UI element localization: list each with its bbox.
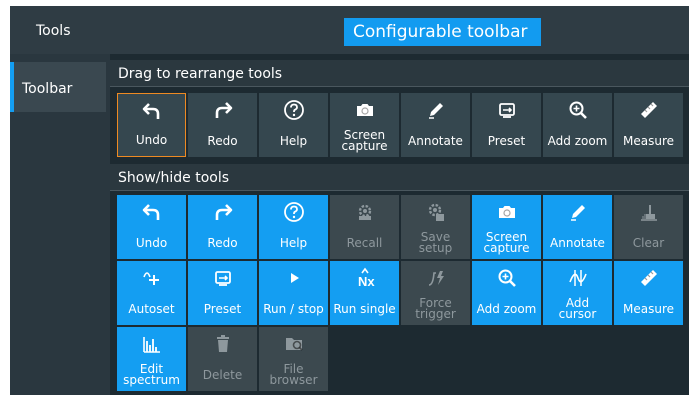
tool-label: Undo (135, 235, 168, 250)
tool-button-recall[interactable]: Recall (330, 195, 399, 259)
tools-window: Tools Configurable toolbar Toolbar Drag … (10, 6, 689, 395)
tool-button-add-cursor[interactable]: Add cursor (543, 261, 612, 325)
tool-button-preset[interactable]: Preset (472, 93, 541, 157)
cursor-icon (567, 267, 589, 289)
sidebar-tab-toolbar[interactable]: Toolbar (10, 62, 106, 112)
redo-icon (212, 201, 234, 223)
tool-label: Measure (623, 301, 674, 316)
tool-button-screen-capture[interactable]: Screen capture (472, 195, 541, 259)
sidebar: Toolbar (10, 54, 110, 395)
tool-button-clear[interactable]: Clear (614, 195, 683, 259)
tool-label: File browser (269, 362, 318, 387)
help-icon (283, 99, 305, 121)
tool-button-help[interactable]: Help (259, 195, 328, 259)
preset-icon (212, 267, 234, 289)
undo-icon (141, 201, 163, 223)
tool-button-undo[interactable]: Undo (117, 195, 186, 259)
tool-button-edit-spectrum[interactable]: Edit spectrum (117, 327, 186, 391)
pen-icon (425, 99, 447, 121)
camera-icon (354, 99, 376, 121)
tool-button-add-zoom[interactable]: Add zoom (472, 261, 541, 325)
tool-button-redo[interactable]: Redo (188, 93, 257, 157)
tool-button-preset[interactable]: Preset (188, 261, 257, 325)
force-trigger-icon (425, 267, 447, 289)
section-heading-arrange: Drag to rearrange tools (110, 60, 689, 87)
tool-label: Add zoom (547, 133, 608, 148)
section-heading-text: Drag to rearrange tools (118, 66, 283, 82)
tool-button-help[interactable]: Help (259, 93, 328, 157)
tool-button-add-zoom[interactable]: Add zoom (543, 93, 612, 157)
tool-button-run-single[interactable]: Nx Run single (330, 261, 399, 325)
tool-label: Screen capture (341, 128, 388, 153)
tool-button-save-setup[interactable]: Save setup (401, 195, 470, 259)
tool-button-screen-capture[interactable]: Screen capture (330, 93, 399, 157)
ruler-icon (638, 99, 660, 121)
tool-label: Add zoom (476, 301, 537, 316)
tool-label: Measure (623, 133, 674, 148)
tool-label: Add cursor (558, 296, 597, 321)
play-icon (283, 267, 305, 289)
tool-label: Save setup (418, 230, 453, 255)
pen-icon (567, 201, 589, 223)
tool-button-file-browser[interactable]: File browser (259, 327, 328, 391)
tool-button-measure[interactable]: Measure (614, 261, 683, 325)
undo-icon (141, 100, 163, 122)
svg-text:Nx: Nx (358, 274, 375, 289)
trash-icon (212, 333, 234, 355)
tool-label: Preset (487, 133, 526, 148)
tool-label: Annotate (550, 235, 605, 250)
tool-label: Screen capture (483, 230, 530, 255)
tool-button-annotate[interactable]: Annotate (401, 93, 470, 157)
tool-label: Recall (346, 235, 383, 250)
help-icon (283, 201, 305, 223)
preset-icon (496, 99, 518, 121)
tool-label: Help (279, 235, 308, 250)
tool-label: Edit spectrum (123, 362, 180, 387)
configurable-toolbar-label: Configurable toolbar (344, 18, 541, 46)
top-bar: Tools Configurable toolbar (10, 6, 689, 54)
tool-button-autoset[interactable]: Autoset (117, 261, 186, 325)
tool-button-measure[interactable]: Measure (614, 93, 683, 157)
ruler-icon (638, 267, 660, 289)
tools-title: Tools (36, 23, 71, 39)
run-single-icon: Nx (354, 267, 376, 289)
tool-label: Preset (203, 301, 242, 316)
section-heading-showhide: Show/hide tools (110, 164, 689, 191)
tool-label: Run single (333, 301, 396, 316)
tool-label: Undo (135, 132, 168, 147)
file-browser-icon (283, 333, 305, 355)
recall-icon (354, 201, 376, 223)
tool-button-undo[interactable]: Undo (117, 93, 186, 157)
tool-label: Run / stop (263, 301, 324, 316)
sidebar-tab-label: Toolbar (22, 81, 73, 97)
save-setup-icon (425, 201, 447, 223)
autoset-icon (141, 267, 163, 289)
zoom-icon (567, 99, 589, 121)
tool-label: Delete (202, 367, 243, 382)
tool-label: Annotate (408, 133, 463, 148)
camera-icon (496, 201, 518, 223)
tool-label: Clear (632, 235, 665, 250)
tool-label: Redo (207, 133, 238, 148)
redo-icon (212, 99, 234, 121)
clear-icon (638, 201, 660, 223)
tool-button-force-trigger[interactable]: Force trigger (401, 261, 470, 325)
tool-label: Help (279, 133, 308, 148)
tool-button-run-stop[interactable]: Run / stop (259, 261, 328, 325)
spectrum-icon (141, 333, 163, 355)
tool-label: Autoset (128, 301, 175, 316)
zoom-icon (496, 267, 518, 289)
tool-label: Force trigger (415, 296, 456, 321)
section-heading-text: Show/hide tools (118, 170, 230, 186)
tool-button-redo[interactable]: Redo (188, 195, 257, 259)
tool-button-annotate[interactable]: Annotate (543, 195, 612, 259)
tool-label: Redo (207, 235, 238, 250)
tool-button-delete[interactable]: Delete (188, 327, 257, 391)
